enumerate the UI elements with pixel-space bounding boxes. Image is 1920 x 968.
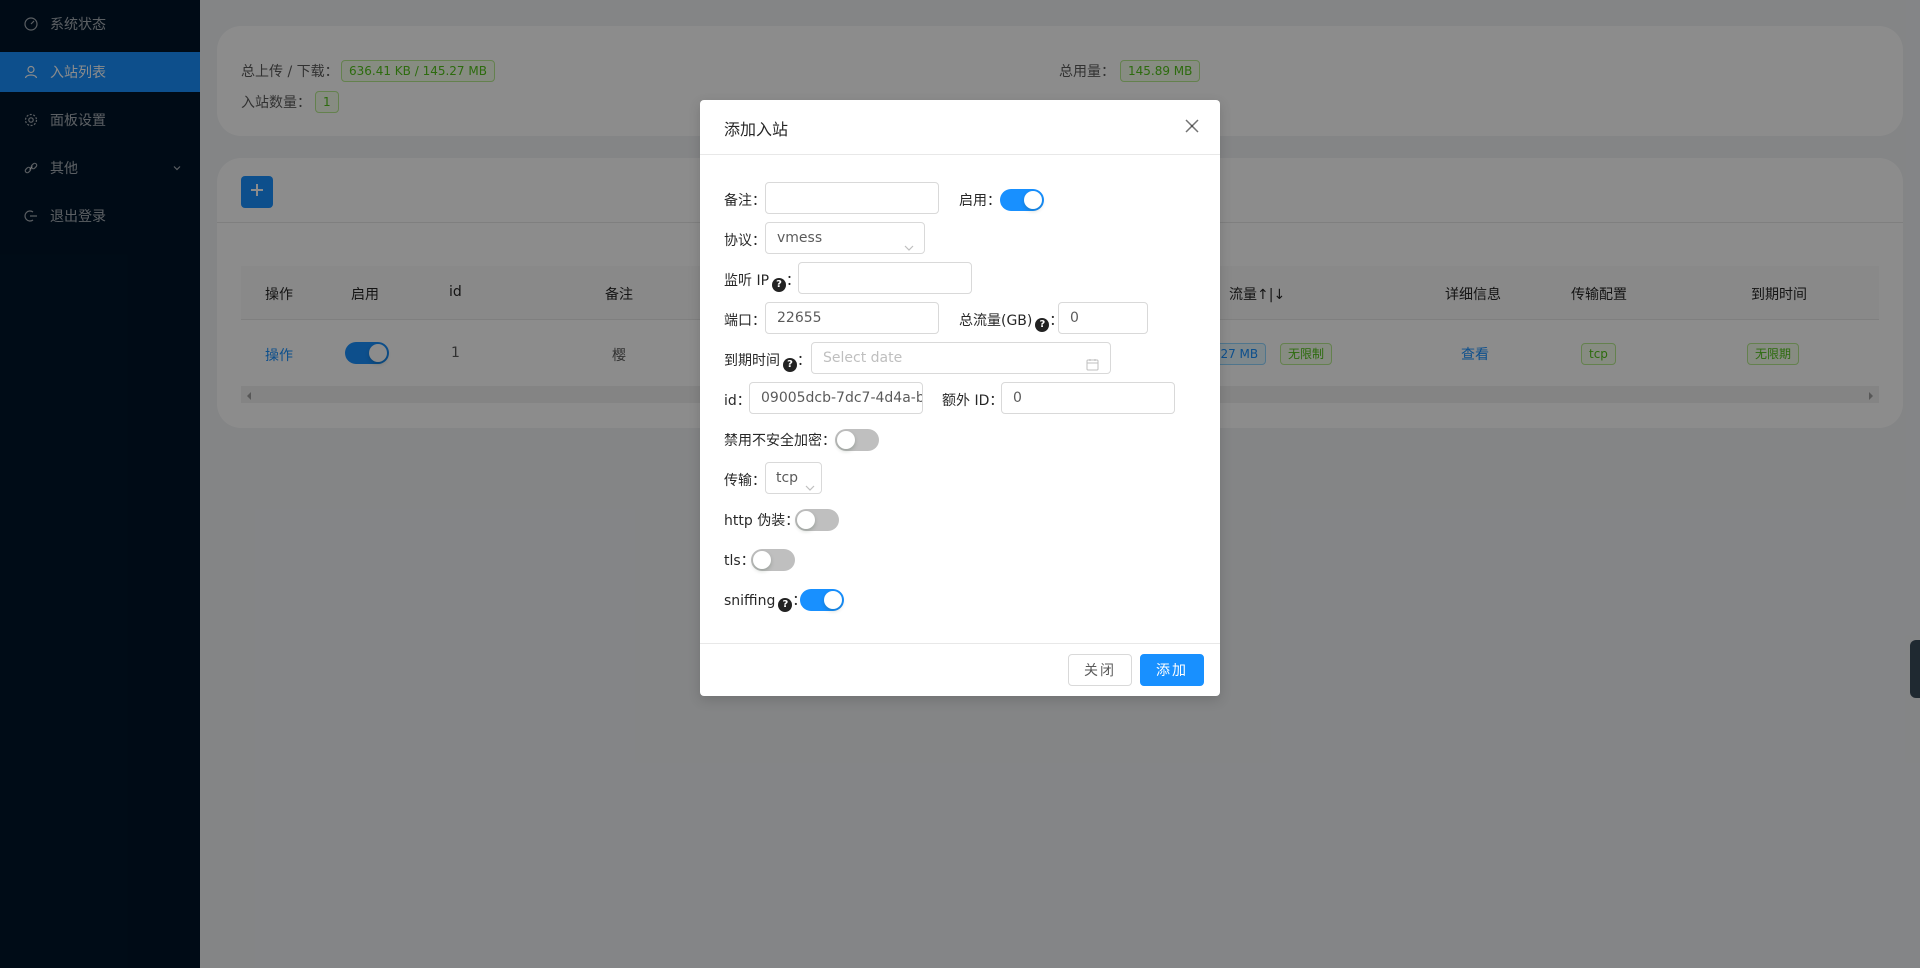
listen-ip-label: 监听 IP?： [724, 273, 801, 292]
enable-toggle[interactable] [1000, 189, 1044, 211]
expiry-label: 到期时间?： [724, 353, 811, 372]
transport-select[interactable]: tcp [765, 462, 822, 494]
modal-footer: 关闭 添加 [700, 643, 1220, 696]
chevron-down-icon [904, 234, 914, 253]
listen-ip-input[interactable] [798, 262, 972, 294]
question-icon[interactable]: ? [1035, 317, 1050, 332]
add-inbound-modal: 添加入站 备注： 启用： 协议： vmess 监听 IP?： 端口： 22655… [700, 100, 1220, 696]
question-icon[interactable]: ? [783, 357, 797, 372]
alter-id-label: 额外 ID： [942, 393, 1004, 409]
question-icon[interactable]: ? [778, 597, 793, 612]
close-icon[interactable] [1184, 118, 1200, 134]
add-button[interactable]: 添加 [1140, 654, 1204, 686]
total-traffic-input[interactable]: 0 [1058, 302, 1148, 334]
port-label: 端口： [724, 313, 766, 329]
question-icon[interactable]: ? [772, 277, 787, 292]
http-obfs-label: http 伪装： [724, 513, 800, 529]
id-input[interactable]: 09005dcb-7dc7-4d4a-be [749, 382, 923, 414]
protocol-select[interactable]: vmess [765, 222, 925, 254]
close-button[interactable]: 关闭 [1068, 654, 1132, 686]
total-traffic-label: 总流量(GB)?： [959, 313, 1064, 332]
remark-input[interactable] [765, 182, 939, 214]
tls-toggle[interactable] [751, 549, 795, 571]
expiry-date-picker[interactable]: Select date [811, 342, 1111, 374]
protocol-label: 协议： [724, 233, 766, 249]
disable-insecure-toggle[interactable] [835, 429, 879, 451]
alter-id-input[interactable]: 0 [1001, 382, 1175, 414]
http-obfs-toggle[interactable] [795, 509, 839, 531]
calendar-icon [1086, 352, 1099, 373]
id-label: id： [724, 393, 751, 409]
modal-header: 添加入站 [700, 100, 1220, 155]
port-input[interactable]: 22655 [765, 302, 939, 334]
sniffing-toggle[interactable] [800, 589, 844, 611]
remark-label: 备注： [724, 193, 766, 209]
disable-insecure-label: 禁用不安全加密： [724, 433, 836, 449]
enable-label: 启用： [959, 193, 1001, 209]
chevron-down-icon [805, 474, 815, 493]
transport-label: 传输： [724, 473, 766, 489]
modal-title: 添加入站 [724, 120, 789, 139]
sniffing-label: sniffing?： [724, 590, 806, 612]
